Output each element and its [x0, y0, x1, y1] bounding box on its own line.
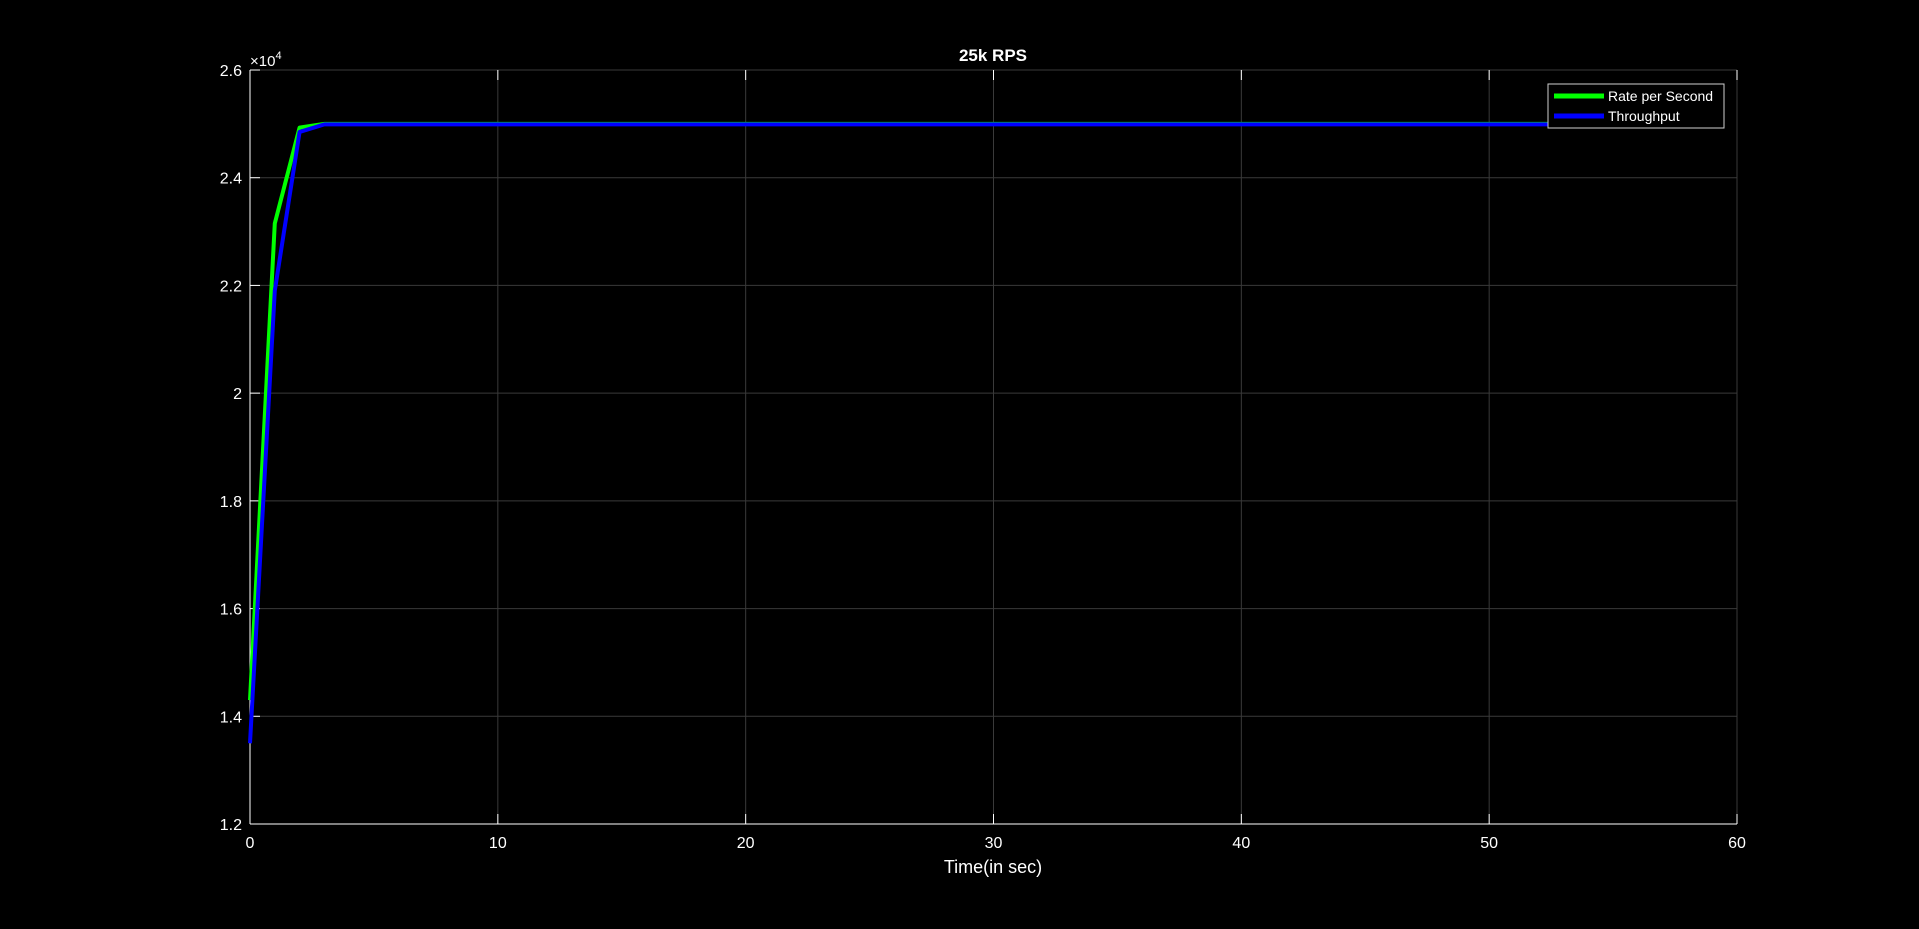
y-tick-label: 1.6	[220, 602, 242, 619]
y-exponent-base: ×10	[250, 53, 275, 70]
y-exponent-power: 4	[275, 50, 281, 62]
chart-title: 25k RPS	[959, 46, 1027, 65]
grid-layer	[250, 69, 1738, 824]
y-exponent-label: ×104	[250, 50, 282, 70]
y-tick-label: 2.2	[220, 278, 242, 295]
x-tick-label: 20	[737, 835, 755, 852]
labels-layer: 25k RPS Time(in sec) ×104	[250, 46, 1042, 877]
x-tick-label: 0	[246, 835, 255, 852]
y-tick-label: 1.2	[220, 817, 242, 834]
x-tick-label: 40	[1232, 835, 1250, 852]
x-tick-label: 30	[985, 835, 1003, 852]
x-tick-label: 10	[489, 835, 507, 852]
series-layer	[248, 121, 1614, 744]
series-line-rate-per-second	[248, 121, 1614, 701]
y-tick-label: 2.4	[220, 171, 242, 188]
x-tick-label: 60	[1728, 835, 1746, 852]
line-chart: 0 10 20 30 40 50 60 1.2 1.4 1.6 1.8 2 2.2 2.4 2.6 25k …	[220, 46, 1746, 877]
y-tick-label: 1.4	[220, 709, 242, 726]
legend-label: Rate per Second	[1608, 88, 1713, 104]
x-axis-label: Time(in sec)	[944, 857, 1042, 877]
y-tick-label: 2.6	[220, 63, 242, 80]
legend: Rate per Second Throughput	[1547, 83, 1725, 129]
y-tick-label: 1.8	[220, 494, 242, 511]
series-line-throughput	[248, 122, 1614, 744]
axes-layer: 0 10 20 30 40 50 60 1.2 1.4 1.6 1.8 2 2.2 2.4 2.6	[220, 63, 1746, 852]
chart-figure: 0 10 20 30 40 50 60 1.2 1.4 1.6 1.8 2 2.2 2.4 2.6 25k …	[0, 0, 1919, 924]
x-tick-label: 50	[1480, 835, 1498, 852]
legend-label: Throughput	[1608, 108, 1680, 124]
y-tick-label: 2	[233, 386, 242, 403]
